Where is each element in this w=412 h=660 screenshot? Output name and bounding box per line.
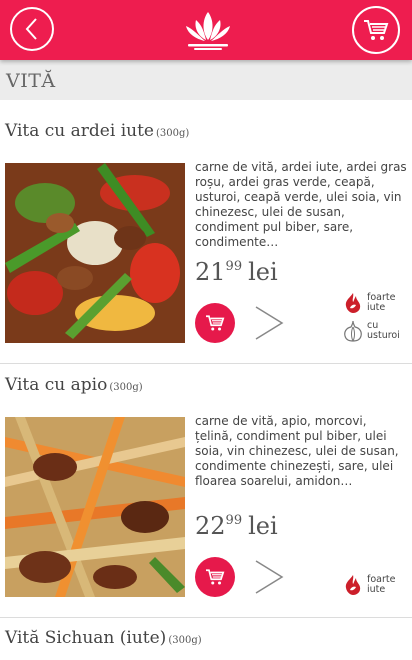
product-name[interactable]: Vita cu ardei iute (300g) bbox=[5, 121, 189, 141]
cart-icon bbox=[206, 569, 225, 585]
product-price: 2299 lei bbox=[195, 512, 278, 540]
details-chevron-icon[interactable] bbox=[252, 557, 286, 597]
product-description: carne de vită, ardei iute, ardei gras ro… bbox=[195, 160, 407, 249]
product-image[interactable] bbox=[5, 163, 185, 343]
chili-fire-icon bbox=[345, 293, 361, 313]
garlic-tag: cu usturoi bbox=[341, 319, 407, 343]
product-name[interactable]: Vita cu apio (300g) bbox=[5, 375, 143, 395]
product-card[interactable]: Vita cu ardei iute (300g) carne de vită, … bbox=[0, 100, 412, 364]
product-weight: (300g) bbox=[168, 635, 202, 646]
spicy-tag: foarte iute bbox=[341, 573, 407, 597]
chevron-left-icon bbox=[25, 18, 37, 40]
product-name[interactable]: Vită Sichuan (iute) (300g) bbox=[5, 628, 202, 648]
product-weight: (300g) bbox=[155, 128, 190, 139]
product-card[interactable]: Vita cu apio (300g) carne de vită, apio, … bbox=[0, 364, 412, 618]
product-price: 2199 lei bbox=[195, 258, 278, 286]
category-bar: VITĂ bbox=[0, 60, 412, 100]
product-description: carne de vită, apio, morcovi, țelină, co… bbox=[195, 414, 399, 488]
product-image[interactable] bbox=[5, 417, 185, 597]
cart-button[interactable] bbox=[352, 6, 400, 54]
cart-icon bbox=[364, 20, 389, 40]
garlic-icon bbox=[344, 320, 362, 342]
product-card[interactable]: Vită Sichuan (iute) (300g) bbox=[0, 618, 412, 660]
product-weight: (300g) bbox=[109, 382, 143, 393]
spicy-tag: foarte iute bbox=[341, 291, 407, 315]
details-chevron-icon[interactable] bbox=[252, 303, 286, 343]
lotus-logo-icon bbox=[186, 12, 230, 50]
category-title: VITĂ bbox=[6, 70, 56, 92]
chili-fire-icon bbox=[345, 575, 361, 595]
back-button[interactable] bbox=[10, 7, 54, 51]
add-to-cart-button[interactable] bbox=[195, 557, 235, 597]
top-bar bbox=[0, 0, 412, 60]
add-to-cart-button[interactable] bbox=[195, 303, 235, 343]
cart-icon bbox=[206, 315, 225, 331]
